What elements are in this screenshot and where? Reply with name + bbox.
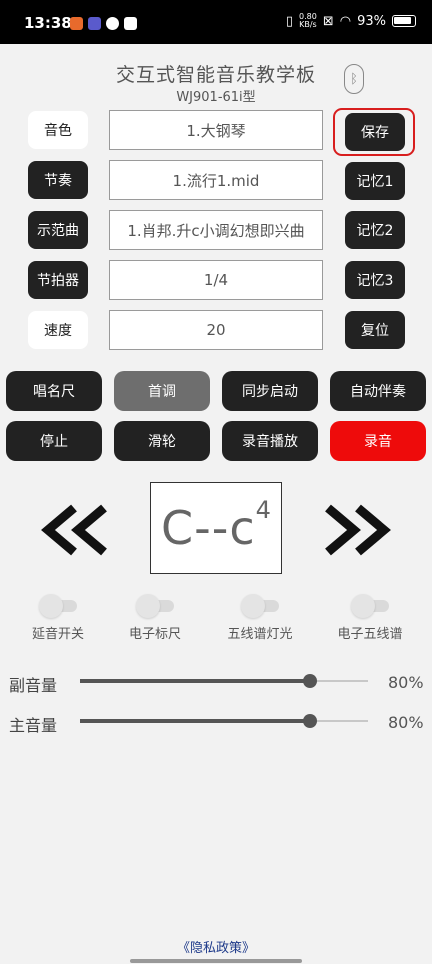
electronic-ruler-toggle[interactable] xyxy=(136,594,174,618)
electronic-staff-toggle-group: 电子五线谱 xyxy=(330,594,410,642)
sustain-toggle-label: 延音开关 xyxy=(31,627,84,642)
no-sim-icon: ⊠ xyxy=(322,13,334,29)
status-bar: 13:38 ▯ 0.80 KB/s ⊠ ◠ 93% xyxy=(0,0,432,44)
status-right: ▯ 0.80 KB/s ⊠ ◠ 93% xyxy=(286,13,416,29)
stop-button[interactable]: 停止 xyxy=(6,421,102,461)
status-time: 13:38 xyxy=(24,14,72,32)
sync-start-button[interactable]: 同步启动 xyxy=(222,371,318,411)
secondary-volume-slider[interactable] xyxy=(80,671,368,691)
note-range-text: C--c xyxy=(161,501,256,555)
message-notification-icon xyxy=(124,17,137,30)
sustain-toggle[interactable] xyxy=(39,594,77,618)
demo-song-button[interactable]: 示范曲 xyxy=(28,211,88,249)
range-up-arrow-icon[interactable] xyxy=(320,504,392,556)
toggle-knob xyxy=(39,594,63,618)
model-subtitle: WJ901-61i型 xyxy=(176,90,256,105)
bluetooth-button[interactable]: ᛒ xyxy=(344,64,364,94)
vibrate-icon: ▯ xyxy=(285,13,294,29)
slider-thumb[interactable] xyxy=(303,674,318,688)
metronome-button[interactable]: 节拍器 xyxy=(28,261,88,299)
timbre-field[interactable]: 1.大钢琴 xyxy=(109,110,323,150)
record-playback-button[interactable]: 录音播放 xyxy=(222,421,318,461)
video-notification-icon xyxy=(88,17,101,30)
reset-button[interactable]: 复位 xyxy=(345,311,405,349)
note-range-display: C--c 4 xyxy=(150,482,282,574)
app-title: 交互式智能音乐教学板 xyxy=(115,64,316,86)
range-down-arrow-icon[interactable] xyxy=(40,504,112,556)
speed-field[interactable]: 20 xyxy=(109,310,323,350)
slider-thumb[interactable] xyxy=(303,714,318,728)
memory2-button[interactable]: 记忆2 xyxy=(345,211,405,249)
net-speed: 0.80 KB/s xyxy=(299,13,317,29)
note-range-octave: 4 xyxy=(255,496,271,524)
battery-percent: 93% xyxy=(357,13,386,29)
memory3-button[interactable]: 记忆3 xyxy=(345,261,405,299)
sustain-toggle-group: 延音开关 xyxy=(24,594,92,642)
demo-song-field[interactable]: 1.肖邦.升c小调幻想即兴曲 xyxy=(109,210,323,250)
movable-do-button[interactable]: 首调 xyxy=(114,371,210,411)
slider-fill xyxy=(80,719,311,723)
app-notification-icon xyxy=(70,17,83,30)
wifi-icon: ◠ xyxy=(339,13,352,29)
main-volume-value: 80% xyxy=(388,713,424,732)
metronome-field[interactable]: 1/4 xyxy=(109,260,323,300)
main-volume-label: 主音量 xyxy=(9,716,58,735)
electronic-staff-toggle[interactable] xyxy=(351,594,389,618)
electronic-staff-label: 电子五线谱 xyxy=(337,627,403,642)
solfege-ruler-button[interactable]: 唱名尺 xyxy=(6,371,102,411)
privacy-policy-link[interactable]: 《隐私政策》 xyxy=(0,937,432,956)
rhythm-button[interactable]: 节奏 xyxy=(28,161,88,199)
notification-icons xyxy=(70,17,137,30)
sync-notification-icon xyxy=(106,17,119,30)
rhythm-field[interactable]: 1.流行1.mid xyxy=(109,160,323,200)
staff-light-toggle-group: 五线谱灯光 xyxy=(220,594,300,642)
home-indicator[interactable] xyxy=(130,959,302,963)
memory1-button[interactable]: 记忆1 xyxy=(345,162,405,200)
speed-label[interactable]: 速度 xyxy=(28,311,88,349)
electronic-ruler-label: 电子标尺 xyxy=(128,627,181,642)
main-volume-slider[interactable] xyxy=(80,711,368,731)
secondary-volume-label: 副音量 xyxy=(9,676,58,695)
record-button[interactable]: 录音 xyxy=(330,421,426,461)
slider-fill xyxy=(80,679,311,683)
staff-light-label: 五线谱灯光 xyxy=(227,627,293,642)
toggle-knob xyxy=(241,594,265,618)
save-button[interactable]: 保存 xyxy=(345,113,405,151)
toggle-knob xyxy=(351,594,375,618)
bluetooth-icon: ᛒ xyxy=(350,71,358,87)
staff-light-toggle[interactable] xyxy=(241,594,279,618)
auto-accompany-button[interactable]: 自动伴奏 xyxy=(330,371,426,411)
net-speed-unit: KB/s xyxy=(299,20,317,29)
electronic-ruler-toggle-group: 电子标尺 xyxy=(120,594,190,642)
wheel-button[interactable]: 滑轮 xyxy=(114,421,210,461)
battery-icon xyxy=(392,15,416,27)
timbre-label[interactable]: 音色 xyxy=(28,111,88,149)
toggle-knob xyxy=(136,594,160,618)
secondary-volume-value: 80% xyxy=(388,673,424,692)
